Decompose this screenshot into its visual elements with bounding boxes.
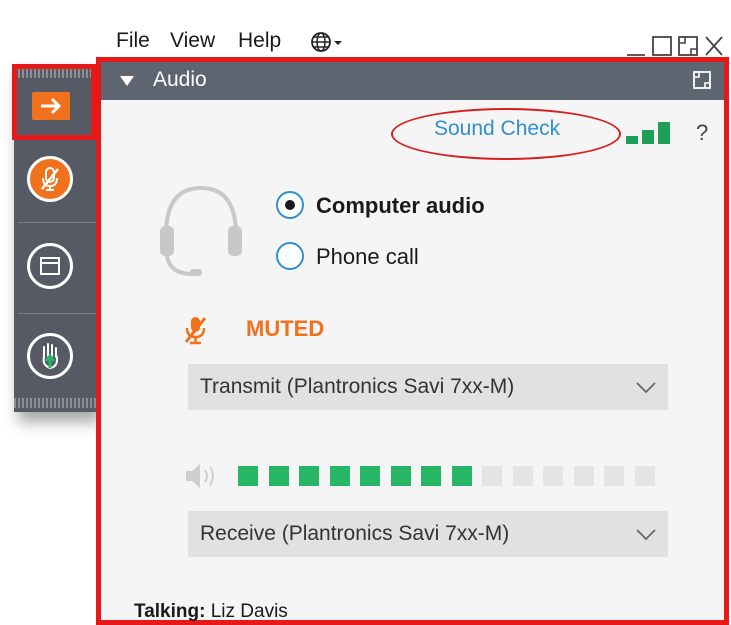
language-globe-icon[interactable] xyxy=(310,30,346,54)
mic-status: MUTED xyxy=(246,316,325,341)
receive-device-select[interactable]: Receive (Plantronics Savi 7xx-M) xyxy=(188,511,668,557)
collapse-triangle-icon xyxy=(120,76,134,86)
menu-file[interactable]: File xyxy=(116,29,150,53)
toolbar-divider xyxy=(18,222,98,223)
raise-hand-icon xyxy=(42,343,59,370)
chevron-down-icon xyxy=(636,382,656,394)
level-segment xyxy=(543,466,563,486)
level-segment xyxy=(573,466,594,486)
mic-muted-icon[interactable] xyxy=(183,314,209,346)
level-segment xyxy=(268,466,289,486)
speaker-icon xyxy=(186,464,214,488)
audio-panel: Audio Sound Check ? Computer audio Phone… xyxy=(96,57,729,625)
radio-selected-dot xyxy=(285,200,295,210)
talking-name: Liz Davis xyxy=(210,601,288,622)
collapse-panel-button[interactable] xyxy=(32,92,70,120)
toolbar-divider xyxy=(18,313,98,314)
level-segment xyxy=(238,466,258,486)
screen-button[interactable] xyxy=(27,243,73,289)
talking-label: Talking: xyxy=(134,601,206,622)
chevron-down-icon xyxy=(636,529,656,541)
headset-icon xyxy=(160,185,242,276)
level-segment xyxy=(451,466,472,486)
mic-muted-icon xyxy=(41,167,59,191)
signal-strength-icon xyxy=(626,122,670,144)
menu-view[interactable]: View xyxy=(170,29,215,53)
highlight-oval xyxy=(391,108,621,160)
detach-icon[interactable] xyxy=(677,34,699,58)
window-icon xyxy=(40,257,60,275)
level-segment xyxy=(421,466,441,486)
level-segment xyxy=(329,466,350,486)
computer-audio-label[interactable]: Computer audio xyxy=(316,193,485,219)
receive-device-value: Receive (Plantronics Savi 7xx-M) xyxy=(200,522,510,545)
computer-audio-radio[interactable] xyxy=(276,191,304,219)
menu-bar: File View Help xyxy=(98,20,731,60)
transmit-device-value: Transmit (Plantronics Savi 7xx-M) xyxy=(200,375,515,398)
level-segment xyxy=(299,466,319,486)
toolbar-grip-bottom[interactable] xyxy=(14,398,96,408)
arrow-right-icon xyxy=(41,97,62,115)
mute-mic-button[interactable] xyxy=(27,156,73,202)
level-segment xyxy=(604,466,624,486)
help-button[interactable]: ? xyxy=(696,120,708,146)
level-segment xyxy=(634,466,655,486)
phone-call-label[interactable]: Phone call xyxy=(316,244,419,270)
close-icon[interactable] xyxy=(703,34,725,58)
minimize-icon[interactable] xyxy=(625,34,647,58)
level-segment xyxy=(390,466,411,486)
panel-title: Audio xyxy=(153,68,207,91)
transmit-device-select[interactable]: Transmit (Plantronics Savi 7xx-M) xyxy=(188,364,668,410)
popout-icon[interactable] xyxy=(692,70,712,90)
level-segment xyxy=(512,466,533,486)
level-segment xyxy=(482,466,502,486)
talking-indicator: Talking: Liz Davis xyxy=(134,601,288,623)
audio-panel-header[interactable]: Audio xyxy=(101,62,724,100)
level-segment xyxy=(360,466,380,486)
raise-hand-button[interactable] xyxy=(27,333,73,379)
maximize-icon[interactable] xyxy=(651,34,673,58)
phone-call-radio[interactable] xyxy=(276,242,304,270)
menu-help[interactable]: Help xyxy=(238,29,281,53)
